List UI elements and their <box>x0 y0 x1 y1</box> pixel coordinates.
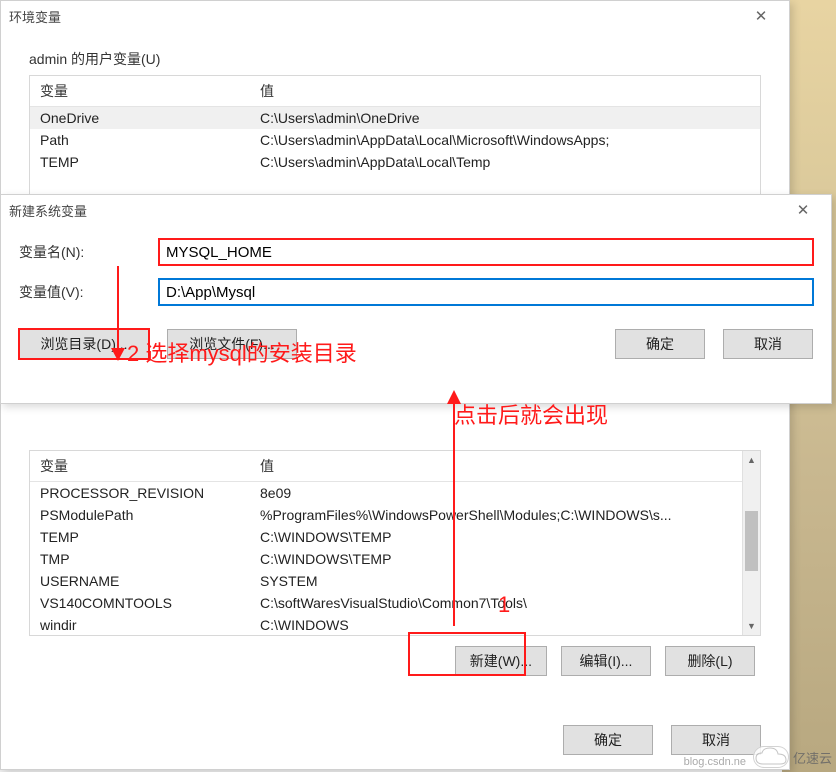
watermark: 亿速云 <box>753 746 832 768</box>
new-button[interactable]: 新建(W)... <box>455 646 547 676</box>
table-row[interactable]: windirC:\WINDOWS <box>30 614 760 636</box>
scroll-down-icon[interactable]: ▼ <box>743 617 760 635</box>
scroll-up-icon[interactable]: ▲ <box>743 451 760 469</box>
table-row[interactable]: TEMP C:\Users\admin\AppData\Local\Temp <box>30 151 760 173</box>
delete-button[interactable]: 删除(L) <box>665 646 755 676</box>
table-row[interactable]: Path C:\Users\admin\AppData\Local\Micros… <box>30 129 760 151</box>
user-vars-label: admin 的用户变量(U) <box>29 49 761 69</box>
cancel-button[interactable]: 取消 <box>671 725 761 755</box>
env-title: 环境变量 <box>9 7 741 26</box>
browse-file-button[interactable]: 浏览文件(F)... <box>167 329 297 359</box>
close-icon[interactable]: ✕ <box>783 196 823 224</box>
ok-button[interactable]: 确定 <box>563 725 653 755</box>
newvar-titlebar: 新建系统变量 ✕ <box>1 195 831 225</box>
newvar-cancel-button[interactable]: 取消 <box>723 329 813 359</box>
sys-vars-panel: 变量 值 PROCESSOR_REVISION8e09 PSModulePath… <box>29 450 761 636</box>
scrollbar[interactable]: ▲ ▼ <box>742 451 760 635</box>
var-value-label: 变量值(V): <box>19 282 159 302</box>
newvar-ok-button[interactable]: 确定 <box>615 329 705 359</box>
var-value-input[interactable] <box>159 279 813 305</box>
edit-button[interactable]: 编辑(I)... <box>561 646 651 676</box>
table-row[interactable]: TMPC:\WINDOWS\TEMP <box>30 548 760 570</box>
scroll-thumb[interactable] <box>745 511 758 571</box>
cloud-icon <box>753 746 789 768</box>
col-val-header[interactable]: 值 <box>250 451 760 482</box>
close-icon[interactable]: ✕ <box>741 2 781 30</box>
newvar-title: 新建系统变量 <box>9 201 783 220</box>
user-vars-table: 变量 值 OneDrive C:\Users\admin\OneDrive Pa… <box>30 76 760 173</box>
var-name-input[interactable] <box>159 239 813 265</box>
sys-vars-table: 变量 值 PROCESSOR_REVISION8e09 PSModulePath… <box>30 451 760 636</box>
table-row[interactable]: PROCESSOR_REVISION8e09 <box>30 482 760 505</box>
col-var-header[interactable]: 变量 <box>30 76 250 107</box>
env-titlebar: 环境变量 ✕ <box>1 1 789 31</box>
col-var-header[interactable]: 变量 <box>30 451 250 482</box>
table-row[interactable]: PSModulePath%ProgramFiles%\WindowsPowerS… <box>30 504 760 526</box>
new-var-dialog: 新建系统变量 ✕ 变量名(N): 变量值(V): 浏览目录(D)... 浏览文件… <box>0 194 832 404</box>
col-val-header[interactable]: 值 <box>250 76 760 107</box>
table-row[interactable]: TEMPC:\WINDOWS\TEMP <box>30 526 760 548</box>
table-row[interactable]: VS140COMNTOOLSC:\softWaresVisualStudio\C… <box>30 592 760 614</box>
var-name-label: 变量名(N): <box>19 242 159 262</box>
table-row[interactable]: USERNAMESYSTEM <box>30 570 760 592</box>
sub-watermark: blog.csdn.ne <box>684 756 746 768</box>
browse-dir-button[interactable]: 浏览目录(D)... <box>19 329 149 359</box>
watermark-text: 亿速云 <box>793 748 832 767</box>
table-row[interactable]: OneDrive C:\Users\admin\OneDrive <box>30 107 760 130</box>
